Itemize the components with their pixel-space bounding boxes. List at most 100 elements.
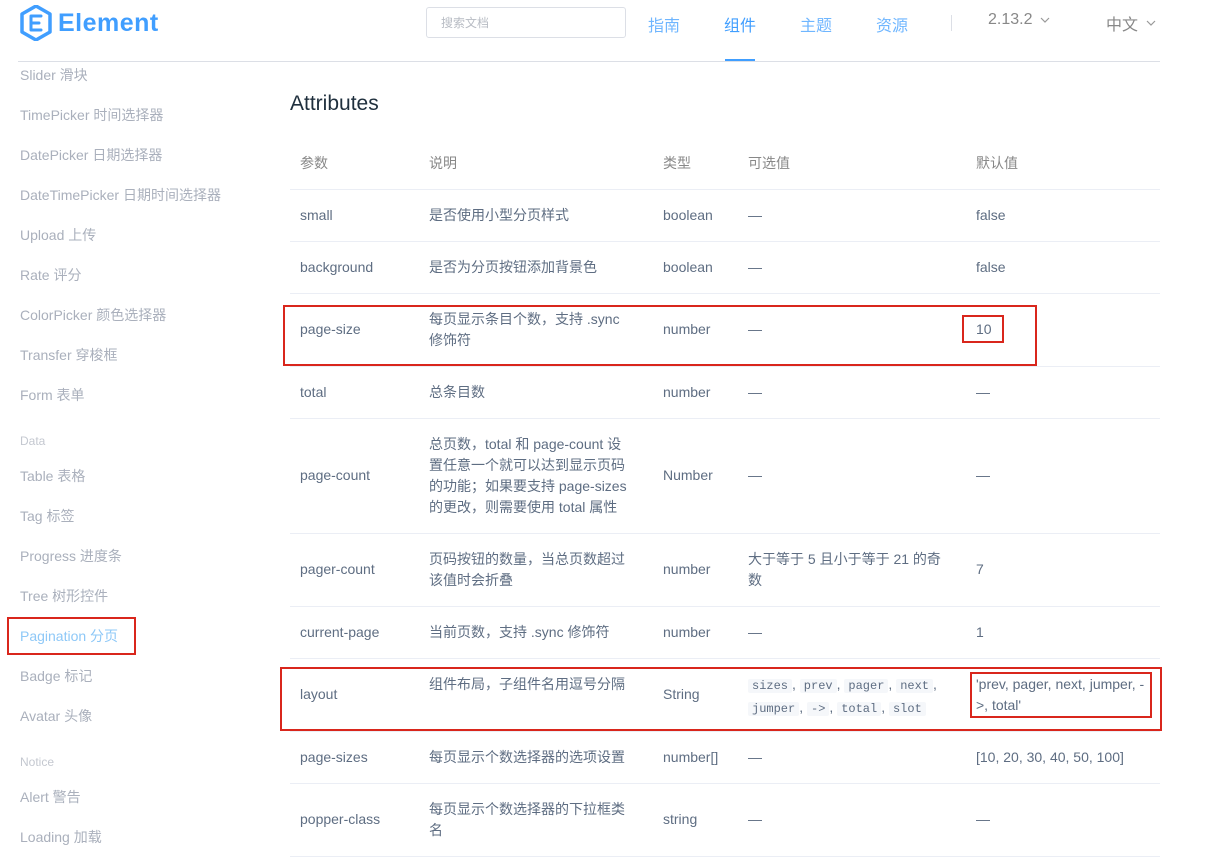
cell-type: Number	[663, 467, 713, 483]
cell-desc-line: 每页显示条目个数，支持 .sync	[429, 311, 620, 327]
cell-param: pager-count	[300, 561, 375, 577]
logo-text: Element	[58, 8, 159, 37]
cell-default: 7	[976, 561, 984, 577]
sidebar-item-colorpicker[interactable]: ColorPicker 颜色选择器	[20, 305, 166, 325]
top-header: Element 指南 组件 主题 资源 2.13.2 中文	[0, 0, 1214, 62]
cell-desc-line: 名	[429, 822, 443, 838]
code-token: pager	[844, 679, 889, 693]
sidebar-item-form[interactable]: Form 表单	[20, 385, 85, 405]
cell-options-line: sizes, prev, pager, next,	[748, 674, 968, 697]
cell-type: number[]	[663, 749, 719, 765]
sidebar-item-datepicker[interactable]: DatePicker 日期选择器	[20, 145, 162, 165]
cell-type: boolean	[663, 259, 713, 275]
nav-component[interactable]: 组件	[724, 12, 756, 36]
search-input[interactable]	[426, 7, 626, 38]
cell-param: layout	[300, 686, 338, 702]
column-header-default: 默认值	[976, 155, 1018, 171]
cell-desc-line: 总页数，total 和 page-count 设	[429, 436, 622, 452]
cell-default-line: 'prev, pager, next, jumper, -	[976, 676, 1145, 692]
cell-param: current-page	[300, 624, 380, 640]
table-row: page-size 每页显示条目个数，支持 .sync 修饰符 number —…	[290, 294, 1160, 367]
sidebar-group-notice: Notice	[20, 755, 55, 769]
sidebar-item-tag[interactable]: Tag 标签	[20, 506, 74, 526]
cell-param: popper-class	[300, 811, 381, 827]
cell-desc: 组件布局，子组件名用逗号分隔	[429, 676, 625, 692]
cell-options-line: 大于等于 5 且小于等于 21 的奇	[748, 551, 941, 567]
table-row: popper-class 每页显示个数选择器的下拉框类 名 string — —	[290, 784, 1160, 857]
code-token: prev	[799, 679, 837, 693]
sidebar-item-datetimepicker[interactable]: DateTimePicker 日期时间选择器	[20, 185, 221, 205]
cell-default: [10, 20, 30, 40, 50, 100]	[976, 749, 1124, 765]
cell-param: total	[300, 384, 327, 400]
cell-options: 大于等于 5 且小于等于 21 的奇 数	[748, 549, 968, 591]
cell-options: —	[748, 321, 762, 337]
sidebar-item-alert[interactable]: Alert 警告	[20, 787, 81, 807]
sidebar-item-pagination[interactable]: Pagination 分页	[20, 626, 118, 646]
section-title: Attributes	[290, 92, 379, 115]
language-label: 中文	[1106, 17, 1139, 34]
version-label: 2.13.2	[988, 11, 1033, 28]
table-row: page-sizes 每页显示个数选择器的选项设置 number[] — [10…	[290, 732, 1160, 784]
code-token: ->	[807, 702, 830, 716]
code-token: next	[896, 679, 933, 693]
cell-options: —	[748, 207, 762, 223]
header-divider	[18, 61, 1160, 62]
cell-default-line: >, total'	[976, 697, 1022, 713]
cell-desc: 当前页数，支持 .sync 修饰符	[429, 624, 610, 640]
cell-default: false	[976, 207, 1006, 223]
cell-options: —	[748, 624, 762, 640]
sidebar-item-slider[interactable]: Slider 滑块	[20, 65, 88, 85]
cell-type: number	[663, 384, 711, 400]
column-header-desc: 说明	[429, 155, 457, 171]
attributes-table: 参数 说明 类型 可选值 默认值 small 是否使用小型分页样式 boolea…	[290, 137, 1160, 857]
cell-desc-line: 每页显示个数选择器的下拉框类	[429, 801, 625, 817]
sidebar-group-data: Data	[20, 434, 46, 448]
cell-type: number	[663, 321, 711, 337]
sidebar-item-transfer[interactable]: Transfer 穿梭框	[20, 345, 118, 365]
cell-default: —	[976, 811, 990, 827]
cell-default: —	[976, 384, 990, 400]
code-token: total	[837, 702, 882, 716]
nav-guide[interactable]: 指南	[648, 12, 680, 36]
cell-param: page-count	[300, 467, 371, 483]
nav-resource[interactable]: 资源	[876, 12, 908, 36]
language-select[interactable]: 中文	[1106, 11, 1156, 35]
cell-desc: 每页显示个数选择器的下拉框类 名	[429, 799, 639, 841]
cell-options: —	[748, 467, 762, 483]
cell-type: String	[663, 686, 700, 702]
code-token: slot	[888, 702, 926, 716]
cell-desc: 每页显示个数选择器的选项设置	[429, 749, 625, 765]
cell-options: —	[748, 259, 762, 275]
sidebar-item-badge[interactable]: Badge 标记	[20, 666, 92, 686]
table-header-row: 参数 说明 类型 可选值 默认值	[290, 137, 1160, 190]
table-row: background 是否为分页按钮添加背景色 boolean — false	[290, 242, 1160, 294]
nav-theme[interactable]: 主题	[800, 12, 832, 36]
cell-type: number	[663, 561, 711, 577]
sidebar-item-tree[interactable]: Tree 树形控件	[20, 586, 108, 606]
cell-desc-line: 修饰符	[429, 332, 471, 348]
sidebar-item-table[interactable]: Table 表格	[20, 466, 85, 486]
column-header-type: 类型	[663, 155, 691, 171]
cell-options: —	[748, 384, 762, 400]
cell-options-line: 数	[748, 572, 762, 588]
table-row: layout 组件布局，子组件名用逗号分隔 String sizes, prev…	[290, 659, 1160, 732]
sidebar-item-avatar[interactable]: Avatar 头像	[20, 706, 92, 726]
version-select[interactable]: 2.13.2	[988, 11, 1050, 29]
cell-default: false	[976, 259, 1006, 275]
cell-desc-line: 的更改，则需要使用 total 属性	[429, 499, 618, 515]
column-header-param: 参数	[300, 155, 328, 171]
cell-type: string	[663, 811, 698, 827]
cell-desc: 页码按钮的数量，当总页数超过 该值时会折叠	[429, 549, 639, 591]
sidebar-item-timepicker[interactable]: TimePicker 时间选择器	[20, 105, 163, 125]
cell-default: 10	[976, 321, 992, 337]
sidebar-item-upload[interactable]: Upload 上传	[20, 225, 96, 245]
sidebar-item-loading[interactable]: Loading 加载	[20, 827, 102, 847]
cell-type: boolean	[663, 207, 713, 223]
element-logo[interactable]: Element	[20, 4, 159, 42]
cell-param: page-size	[300, 321, 361, 337]
sidebar-item-progress[interactable]: Progress 进度条	[20, 546, 122, 566]
cell-desc-line: 置任意一个就可以达到显示页码	[429, 457, 625, 473]
cell-desc: 总条目数	[429, 384, 485, 400]
cell-desc: 总页数，total 和 page-count 设 置任意一个就可以达到显示页码 …	[429, 434, 639, 518]
sidebar-item-rate[interactable]: Rate 评分	[20, 265, 81, 285]
